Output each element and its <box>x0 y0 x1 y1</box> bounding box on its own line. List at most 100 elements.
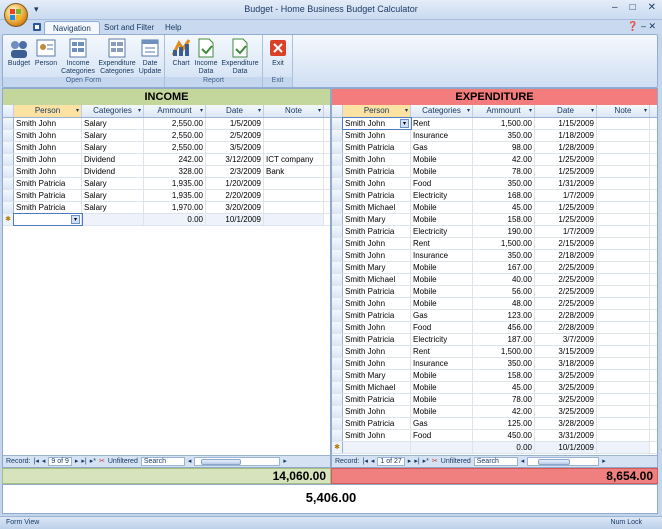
cell-categories[interactable] <box>82 214 144 225</box>
cell-person[interactable]: Smith John <box>343 322 411 333</box>
cell-categories[interactable]: Mobile <box>411 214 473 225</box>
cell-note[interactable] <box>597 214 650 225</box>
select-all-cell[interactable] <box>3 105 14 117</box>
table-row[interactable]: Smith John Food 456.00 2/28/2009 <box>332 322 657 334</box>
expenditure-categories-button[interactable]: Expenditure Categories <box>97 37 137 76</box>
cell-date[interactable]: 3/15/2009 <box>535 346 597 357</box>
cell-categories[interactable]: Salary <box>82 202 144 213</box>
cell-ammount[interactable]: 40.00 <box>473 274 535 285</box>
cell-note[interactable] <box>597 406 650 417</box>
cell-ammount[interactable]: 123.00 <box>473 310 535 321</box>
table-row[interactable]: Smith John Rent 1,500.00 3/15/2009 <box>332 346 657 358</box>
row-selector[interactable] <box>332 142 343 153</box>
table-row[interactable]: Smith Patricia Salary 1,935.00 2/20/2009 <box>3 190 330 202</box>
cell-ammount[interactable]: 328.00 <box>144 166 206 177</box>
cell-person[interactable]: Smith John <box>343 250 411 261</box>
row-selector[interactable] <box>3 178 14 189</box>
row-selector[interactable] <box>332 394 343 405</box>
cell-categories[interactable]: Electricity <box>411 334 473 345</box>
income-data-button[interactable]: Income Data <box>193 37 219 76</box>
table-row[interactable]: Smith Patricia Electricity 187.00 3/7/2009 <box>332 334 657 346</box>
cell-date[interactable]: 1/25/2009 <box>535 202 597 213</box>
combo-dropdown-icon[interactable]: ▾ <box>71 215 80 224</box>
cell-categories[interactable]: Salary <box>82 118 144 129</box>
cell-note[interactable] <box>597 382 650 393</box>
table-row[interactable]: Smith Patricia Electricity 190.00 1/7/2009 <box>332 226 657 238</box>
cell-ammount[interactable]: 456.00 <box>473 322 535 333</box>
income-categories-button[interactable]: Income Categories <box>59 37 97 76</box>
cell-ammount[interactable]: 45.00 <box>473 382 535 393</box>
table-row[interactable]: Smith John Insurance 350.00 3/18/2009 <box>332 358 657 370</box>
tab-navigation[interactable]: Navigation <box>44 21 100 34</box>
office-button[interactable] <box>4 3 28 27</box>
expenditure-data-button[interactable]: Expenditure Data <box>219 37 261 76</box>
table-row[interactable]: Smith John Dividend 242.00 3/12/2009 ICT com… <box>3 154 330 166</box>
row-selector[interactable] <box>3 202 14 213</box>
cell-categories[interactable]: Food <box>411 322 473 333</box>
cell-note[interactable] <box>597 178 650 189</box>
column-header-ammount[interactable]: Ammount ▾ <box>144 105 206 117</box>
column-header-note[interactable]: Note ▾ <box>264 105 324 117</box>
cell-person[interactable]: Smith Patricia <box>14 190 82 201</box>
next-record-button[interactable]: ▸ <box>75 456 79 467</box>
chart-button[interactable]: Chart <box>169 37 193 68</box>
cell-categories[interactable]: Mobile <box>411 166 473 177</box>
combo-dropdown-icon[interactable]: ▾ <box>400 119 409 128</box>
cell-categories[interactable]: Salary <box>82 190 144 201</box>
cell-date[interactable]: 1/7/2009 <box>535 226 597 237</box>
cell-categories[interactable]: Mobile <box>411 382 473 393</box>
cell-ammount[interactable]: 1,500.00 <box>473 238 535 249</box>
table-row[interactable]: Smith John Dividend 328.00 2/3/2009 Bank <box>3 166 330 178</box>
cell-categories[interactable]: Mobile <box>411 202 473 213</box>
cell-date[interactable]: 1/5/2009 <box>206 118 264 129</box>
cell-date[interactable]: 2/25/2009 <box>535 298 597 309</box>
tab-help[interactable]: Help <box>157 21 189 34</box>
table-row[interactable]: Smith Mary Mobile 158.00 1/25/2009 <box>332 214 657 226</box>
cell-categories[interactable]: Mobile <box>411 370 473 381</box>
table-row[interactable]: Smith John Salary 2,550.00 2/5/2009 <box>3 130 330 142</box>
cell-date[interactable]: 3/31/2009 <box>535 430 597 441</box>
row-selector[interactable] <box>332 166 343 177</box>
close-button[interactable]: ✕ <box>648 2 656 13</box>
cell-person[interactable]: Smith Mary <box>343 262 411 273</box>
help-icon[interactable]: ❓ – ✕ <box>627 21 656 32</box>
row-selector[interactable] <box>332 286 343 297</box>
cell-categories[interactable]: Rent <box>411 238 473 249</box>
column-dropdown-icon[interactable]: ▾ <box>258 105 261 117</box>
prev-record-button[interactable]: ◂ <box>42 456 46 467</box>
first-record-button[interactable]: |◂ <box>363 456 368 467</box>
cell-categories[interactable] <box>411 442 473 453</box>
table-row[interactable]: Smith John Mobile 42.00 1/25/2009 <box>332 154 657 166</box>
cell-categories[interactable]: Dividend <box>82 154 144 165</box>
row-selector[interactable] <box>332 154 343 165</box>
cell-date[interactable]: 2/28/2009 <box>535 322 597 333</box>
cell-note[interactable] <box>597 238 650 249</box>
cell-date[interactable]: 1/25/2009 <box>535 166 597 177</box>
new-record-row[interactable]: ✱ 0.00 10/1/2009 <box>332 442 657 454</box>
cell-person[interactable]: Smith John <box>343 298 411 309</box>
cell-ammount[interactable]: 78.00 <box>473 166 535 177</box>
cell-ammount[interactable]: 167.00 <box>473 262 535 273</box>
cell-categories[interactable]: Gas <box>411 310 473 321</box>
table-row[interactable]: Smith John Insurance 350.00 1/18/2009 <box>332 130 657 142</box>
cell-categories[interactable]: Salary <box>82 130 144 141</box>
cell-ammount[interactable]: 0.00 <box>473 442 535 453</box>
next-record-button[interactable]: ▸ <box>408 456 412 467</box>
cell-date[interactable]: 3/5/2009 <box>206 142 264 153</box>
cell-date[interactable]: 3/25/2009 <box>535 370 597 381</box>
cell-ammount[interactable]: 42.00 <box>473 406 535 417</box>
cell-ammount[interactable]: 242.00 <box>144 154 206 165</box>
row-selector[interactable] <box>3 130 14 141</box>
scroll-right-icon[interactable]: ▸ <box>283 456 287 467</box>
row-selector[interactable] <box>332 358 343 369</box>
cell-ammount[interactable]: 2,550.00 <box>144 130 206 141</box>
cell-date[interactable]: 2/5/2009 <box>206 130 264 141</box>
table-row[interactable]: Smith Patricia Mobile 78.00 1/25/2009 <box>332 166 657 178</box>
record-position[interactable]: 1 of 27 <box>377 457 405 466</box>
table-row[interactable]: Smith John ▾ Rent 1,500.00 1/15/2009 <box>332 117 657 130</box>
cell-ammount[interactable]: 56.00 <box>473 286 535 297</box>
cell-date[interactable]: 1/25/2009 <box>535 214 597 225</box>
cell-person[interactable]: Smith Patricia <box>343 286 411 297</box>
cell-person[interactable]: Smith Patricia <box>14 178 82 189</box>
cell-date[interactable]: 2/25/2009 <box>535 274 597 285</box>
